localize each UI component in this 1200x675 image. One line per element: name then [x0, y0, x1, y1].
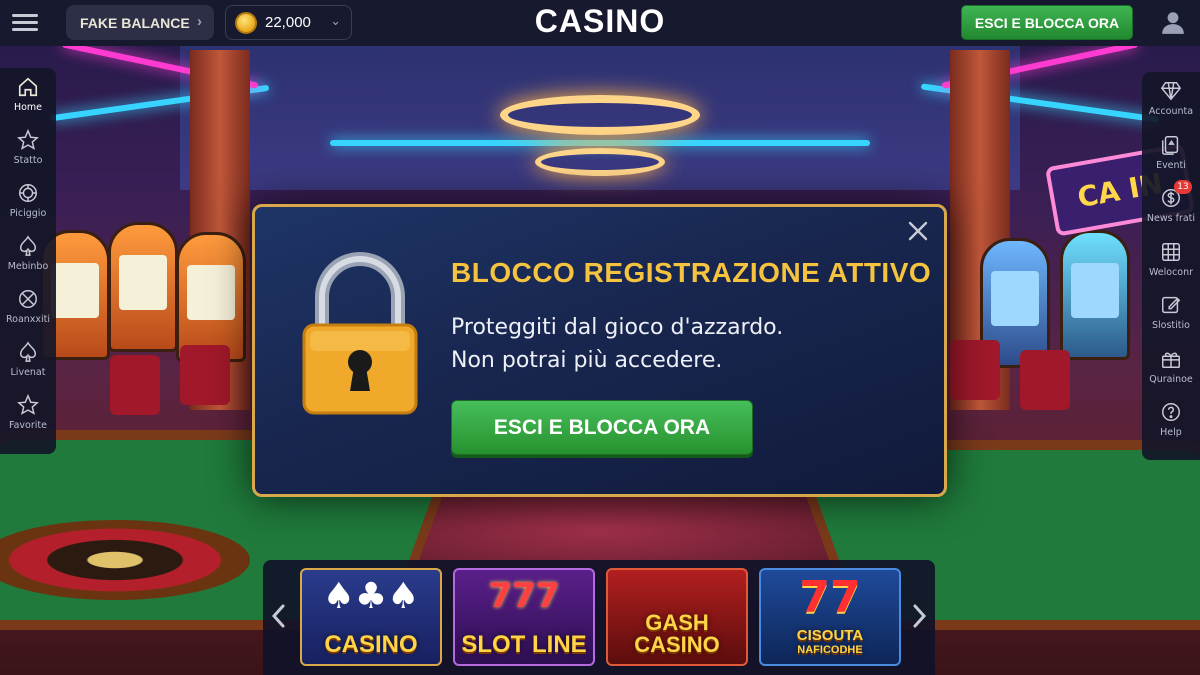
nav-item-piciggio[interactable]: Piciggio	[0, 174, 56, 227]
playing-cards-icon: ♠♣♠	[322, 576, 420, 617]
spade-icon	[19, 341, 37, 362]
left-sidebar: Home Statto Piciggio Mebinbo Roanxxiti L…	[0, 68, 56, 454]
help-icon	[1162, 403, 1180, 422]
modal-message-line: Proteggiti dal gioco d'azzardo.	[451, 315, 784, 340]
grid-icon	[1162, 242, 1180, 261]
chevron-right-icon[interactable]	[909, 602, 929, 630]
nav-item-accounta[interactable]: Accounta	[1142, 72, 1200, 126]
chandelier	[535, 148, 665, 176]
lucky-77-icon: 77	[799, 572, 861, 623]
hamburger-menu-icon[interactable]	[12, 11, 38, 35]
home-icon	[18, 77, 38, 97]
cards-icon	[1162, 135, 1179, 155]
right-sidebar: Accounta Eventi News frati 13 Weloconr S…	[1142, 72, 1200, 460]
slot-machine	[176, 232, 246, 362]
chip-icon	[19, 184, 37, 202]
nav-item-roanxxiti[interactable]: Roanxxiti	[0, 280, 56, 333]
chevron-down-icon: ⌄	[330, 14, 341, 29]
notification-badge: 13	[1174, 180, 1192, 194]
nav-item-qurainoe[interactable]: Qurainoe	[1142, 340, 1200, 394]
game-card-gash-casino[interactable]: GASH CASINO	[606, 568, 748, 666]
gift-icon	[1162, 352, 1180, 368]
nav-item-livenat[interactable]: Livenat	[0, 333, 56, 386]
neon-light	[330, 140, 870, 146]
padlock-icon	[302, 252, 418, 415]
game-title: CASINO	[324, 631, 418, 658]
spade-icon	[19, 235, 37, 256]
user-profile-icon[interactable]	[1160, 9, 1186, 35]
game-title: GASH CASINO	[634, 610, 720, 657]
nav-item-help[interactable]: Help	[1142, 393, 1200, 447]
stool	[950, 340, 1000, 400]
fake-balance-label: FAKE BALANCE	[80, 14, 190, 31]
game-title: SLOT LINE	[461, 631, 587, 658]
block-registration-modal: BLOCCO REGISTRAZIONE ATTIVO Proteggiti d…	[252, 204, 947, 497]
nav-item-slostitio[interactable]: Slostitio	[1142, 286, 1200, 340]
game-carousel: ♠♣♠ CASINO 777 SLOT LINE GASH CASINO 77 …	[263, 560, 935, 675]
game-card-slot-line[interactable]: 777 SLOT LINE	[453, 568, 595, 666]
coin-balance-amount: 22,000	[265, 14, 311, 31]
modal-title: BLOCCO REGISTRAZIONE ATTIVO	[451, 257, 932, 288]
chevron-right-icon: ›	[197, 13, 202, 30]
coin-icon	[235, 11, 257, 34]
nav-item-favorite[interactable]: Favorite	[0, 386, 56, 439]
stool	[180, 345, 230, 405]
top-bar: FAKE BALANCE › 22,000 ⌄ CASINO ESCI E BL…	[0, 0, 1200, 46]
diamond-icon	[1160, 82, 1182, 101]
exit-and-block-button[interactable]: ESCI E BLOCCA ORA	[961, 5, 1133, 40]
nav-item-weloconr[interactable]: Weloconr	[1142, 233, 1200, 287]
slot-machine	[108, 222, 178, 352]
nav-item-eventi[interactable]: Eventi	[1142, 126, 1200, 180]
close-icon[interactable]	[906, 219, 930, 243]
coin-balance-dropdown[interactable]: 22,000 ⌄	[225, 5, 352, 40]
game-title: CISOUTA NAFICODHE	[796, 627, 864, 656]
nav-item-home[interactable]: Home	[0, 68, 56, 121]
modal-message-line: Non potrai più accedere.	[451, 348, 723, 373]
chandelier	[500, 95, 700, 135]
stool	[1020, 350, 1070, 410]
nav-item-statto[interactable]: Statto	[0, 121, 56, 174]
no-entry-icon	[19, 290, 37, 308]
modal-exit-and-block-button[interactable]: ESCI E BLOCCA ORA	[451, 400, 753, 455]
stool	[110, 355, 160, 415]
modal-message: Proteggiti dal gioco d'azzardo. Non potr…	[451, 311, 911, 377]
nav-item-mebinbo[interactable]: Mebinbo	[0, 227, 56, 280]
fake-balance-button[interactable]: FAKE BALANCE ›	[66, 5, 214, 40]
slot-machine	[1060, 230, 1130, 360]
edit-icon	[1162, 297, 1181, 314]
game-card-cisouta[interactable]: 77 CISOUTA NAFICODHE	[759, 568, 901, 666]
star-icon	[17, 129, 39, 150]
nav-item-news[interactable]: News frati 13	[1142, 179, 1200, 233]
slot-777-icon: 777	[488, 576, 560, 616]
star-icon	[17, 394, 39, 415]
chevron-left-icon[interactable]	[269, 602, 289, 630]
game-card-casino[interactable]: ♠♣♠ CASINO	[300, 568, 442, 666]
